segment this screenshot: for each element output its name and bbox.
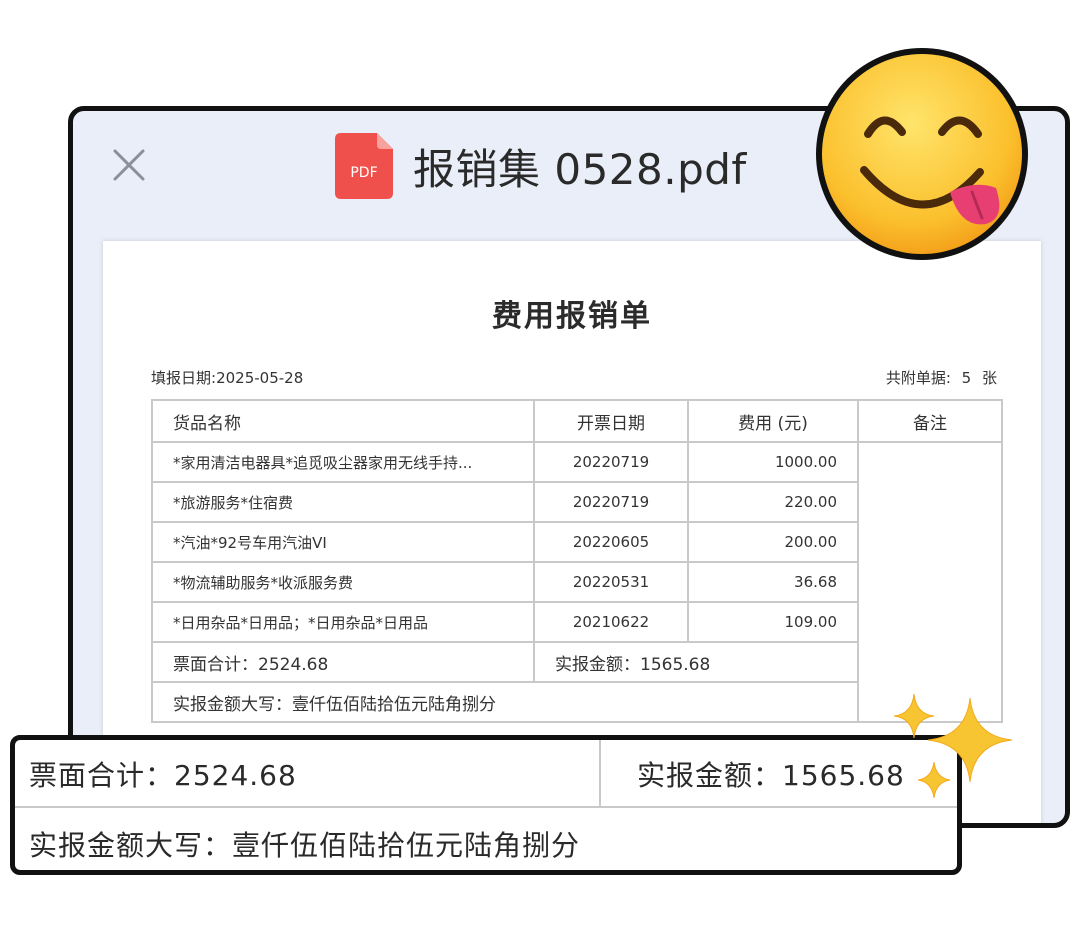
- callout-divider: [599, 740, 601, 806]
- actual-amount: 实报金额：1565.68: [533, 641, 859, 683]
- callout-actual-amount-words: 实报金额大写：壹仟伍佰陆拾伍元陆角捌分: [29, 829, 581, 862]
- amount: 36.68: [687, 561, 859, 603]
- callout-totals-row: 票面合计：2524.68 实报金额：1565.68: [15, 740, 957, 808]
- item-name: *家用清洁电器具*追觅吸尘器家用无线手持...: [151, 441, 535, 483]
- callout-invoice-total: 票面合计：2524.68: [29, 759, 297, 792]
- table-row: *家用清洁电器具*追觅吸尘器家用无线手持... 20220719 1000.00: [151, 441, 1003, 723]
- pdf-file-icon: PDF: [335, 133, 393, 199]
- file-title: 报销集 0528.pdf: [413, 144, 747, 194]
- amount: 220.00: [687, 481, 859, 523]
- fill-date: 填报日期:2025-05-28: [151, 367, 303, 388]
- table-header-row: 货品名称 开票日期 费用 (元) 备注: [151, 399, 1003, 443]
- note-cell: [857, 441, 1003, 723]
- item-name: *日用杂品*日用品；*日用杂品*日用品: [151, 601, 535, 643]
- actual-amount-words: 实报金额大写：壹仟伍佰陆拾伍元陆角捌分: [151, 681, 859, 723]
- amount: 1000.00: [687, 441, 859, 483]
- totals-zoom-callout: 票面合计：2524.68 实报金额：1565.68 实报金额大写：壹仟伍佰陆拾伍…: [10, 735, 962, 875]
- file-header: PDF 报销集 0528.pdf: [335, 131, 747, 201]
- item-name: *汽油*92号车用汽油VI: [151, 521, 535, 563]
- item-name: *物流辅助服务*收派服务费: [151, 561, 535, 603]
- invoice-date: 20220531: [533, 561, 689, 603]
- attached-count-value: 5: [961, 369, 972, 387]
- invoice-total: 票面合计：2524.68: [151, 641, 535, 683]
- header-item-name: 货品名称: [151, 399, 535, 443]
- header-invoice-date: 开票日期: [533, 399, 689, 443]
- attached-label: 共附单据:: [885, 369, 951, 387]
- amount: 200.00: [687, 521, 859, 563]
- invoice-date: 20210622: [533, 601, 689, 643]
- invoice-date: 20220719: [533, 481, 689, 523]
- fill-date-value: 2025-05-28: [216, 369, 304, 387]
- face-savoring-food-icon: [816, 48, 1028, 260]
- item-name: *旅游服务*住宿费: [151, 481, 535, 523]
- pdf-icon-label: PDF: [350, 165, 377, 181]
- header-amount: 费用 (元): [687, 399, 859, 443]
- fill-date-label: 填报日期:: [151, 369, 217, 387]
- header-note: 备注: [857, 399, 1003, 443]
- close-icon[interactable]: [111, 147, 147, 183]
- callout-actual-amount: 实报金额：1565.68: [637, 759, 905, 792]
- invoice-date: 20220605: [533, 521, 689, 563]
- attached-unit: 张: [981, 369, 997, 387]
- amount: 109.00: [687, 601, 859, 643]
- sparkles-icon: [893, 693, 1013, 799]
- attached-count: 共附单据: 5 张: [880, 367, 997, 388]
- invoice-date: 20220719: [533, 441, 689, 483]
- document-title: 费用报销单: [492, 299, 652, 334]
- expense-table: 货品名称 开票日期 费用 (元) 备注 *家用清洁电器具*追觅吸尘器家用无线手持…: [151, 399, 1003, 723]
